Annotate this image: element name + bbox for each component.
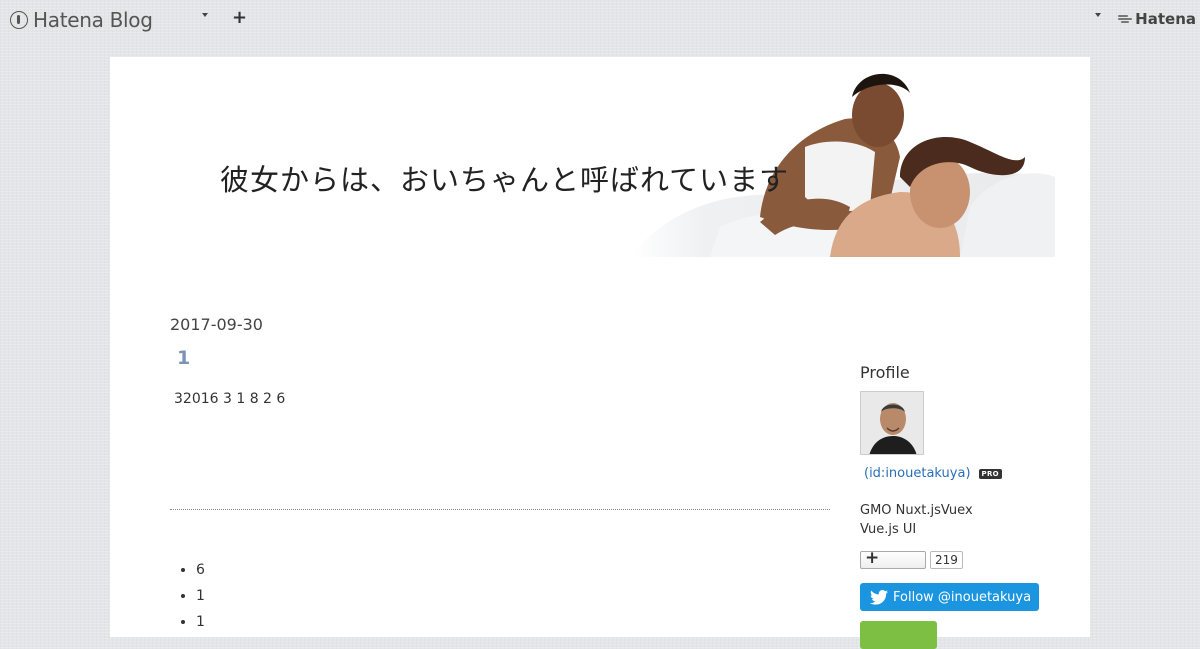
profile-id-text[interactable]: (id:inouetakuya) [864, 466, 971, 481]
profile-description-line: Vue.js UI [860, 522, 917, 537]
twitter-bird-icon [870, 589, 888, 605]
user-menu-dropdown-icon[interactable] [1095, 13, 1101, 17]
menu-dropdown-icon[interactable] [202, 13, 208, 17]
divider [170, 509, 830, 510]
avatar[interactable] [860, 391, 924, 455]
bookmark-widget: 219 [860, 548, 963, 569]
twitter-follow-label: Follow @inouetakuya [893, 589, 1032, 605]
global-header: Hatena Blog + Hatena [0, 0, 1200, 38]
bookmark-count[interactable]: 219 [930, 551, 963, 569]
profile-id-link[interactable]: (id:inouetakuya) PRO [864, 466, 1002, 481]
hatena-brand-link[interactable]: Hatena [1118, 10, 1196, 28]
profile-description-line: GMO Nuxt.jsVuex [860, 503, 973, 518]
blog-page: 彼女からは、おいちゃんと呼ばれています 2017-09-30 1 32016 3… [110, 57, 1090, 649]
profile-description: GMO Nuxt.jsVuex Vue.js UI [860, 501, 973, 539]
logo-text: Hatena Blog [33, 8, 153, 32]
entry-list: 6 1 1 [174, 559, 205, 637]
add-button[interactable]: + [232, 7, 247, 28]
hatena-icon [1118, 14, 1133, 24]
entry-date[interactable]: 2017-09-30 [170, 315, 263, 334]
pro-badge: PRO [978, 468, 1002, 479]
entry-title[interactable]: 1 [177, 347, 190, 369]
hatena-blog-logo[interactable]: Hatena Blog [10, 8, 153, 32]
entry-body: 32016 3 1 8 2 6 [174, 391, 286, 407]
sidebar-profile-title: Profile [860, 363, 910, 382]
hatena-blog-logo-icon [10, 11, 28, 29]
list-item: 6 [196, 559, 205, 585]
blog-header[interactable]: 彼女からは、おいちゃんと呼ばれています [110, 57, 1090, 257]
twitter-follow-button[interactable]: Follow @inouetakuya [860, 583, 1039, 611]
subscribe-button[interactable] [860, 621, 937, 649]
blog-title[interactable]: 彼女からは、おいちゃんと呼ばれています [220, 157, 789, 199]
list-item: 1 [196, 585, 205, 611]
hatena-brand-text: Hatena [1135, 10, 1196, 28]
list-item: 1 [196, 611, 205, 637]
avatar-image [861, 392, 923, 454]
bookmark-button[interactable] [860, 548, 926, 569]
